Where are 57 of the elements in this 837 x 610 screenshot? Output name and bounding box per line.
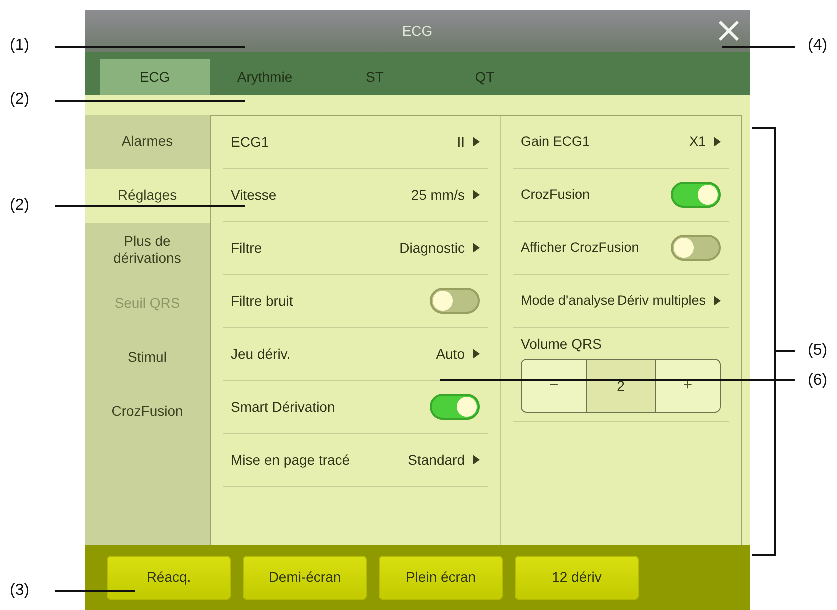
- setting-value: Standard: [408, 450, 465, 470]
- setting-label: Mode d'analyse: [521, 292, 616, 310]
- side-menu-item[interactable]: CrozFusion: [85, 385, 210, 439]
- side-menu-item[interactable]: Réglages: [85, 169, 210, 223]
- toggle-switch[interactable]: [430, 288, 480, 314]
- footer-button[interactable]: Demi-écran: [243, 556, 367, 600]
- setting-value: Diagnostic: [400, 238, 465, 258]
- toggle-switch[interactable]: [671, 235, 721, 261]
- setting-value: X1: [689, 132, 706, 151]
- setting-label: Afficher CrozFusion: [521, 238, 640, 257]
- setting-label: ECG1: [231, 132, 270, 152]
- tab[interactable]: ECG: [100, 59, 210, 95]
- plus-button[interactable]: +: [656, 360, 720, 412]
- caret-icon: [714, 296, 721, 306]
- setting-label: Filtre bruit: [231, 292, 294, 310]
- setting-label: Filtre: [231, 238, 262, 258]
- toggle-switch[interactable]: [430, 394, 480, 420]
- caret-icon: [714, 137, 721, 147]
- stepper-value: 2: [586, 360, 656, 412]
- footer-button[interactable]: Plein écran: [379, 556, 503, 600]
- callout-label: (2): [10, 90, 30, 110]
- callout-label: (3): [10, 581, 30, 601]
- setting-row[interactable]: Gain ECG1 X1: [513, 116, 729, 169]
- callout-label: (1): [10, 36, 30, 56]
- caret-icon: [473, 243, 480, 253]
- setting-value: 25 mm/s: [411, 186, 465, 204]
- setting-label: Smart Dérivation: [231, 398, 336, 416]
- callout-label: (6): [808, 371, 828, 391]
- setting-row[interactable]: Filtre Diagnostic: [223, 222, 488, 275]
- side-menu-item[interactable]: Plus de dérivations: [85, 223, 210, 277]
- setting-label: CrozFusion: [521, 186, 590, 204]
- setting-label: Mise en page tracé: [231, 450, 350, 470]
- callout-label: (5): [808, 341, 828, 361]
- caret-icon: [473, 137, 480, 147]
- footer-button[interactable]: 12 dériv: [515, 556, 639, 600]
- window-title: ECG: [402, 22, 433, 40]
- setting-label: Gain ECG1: [521, 132, 590, 151]
- setting-row[interactable]: Mise en page tracé Standard: [223, 434, 488, 487]
- setting-label: Volume QRS: [520, 335, 603, 354]
- callout-label: (2): [10, 196, 30, 216]
- setting-row[interactable]: ECG1 II: [223, 116, 488, 169]
- footer-button[interactable]: Réacq.: [107, 556, 231, 600]
- setting-value: II: [457, 132, 465, 152]
- side-menu-item[interactable]: Alarmes: [85, 115, 210, 169]
- leader-line: [775, 350, 795, 352]
- setting-label: Jeu dériv.: [231, 344, 291, 364]
- side-menu-item[interactable]: Stimul: [85, 331, 210, 385]
- setting-row[interactable]: Mode d'analyse Dériv multiples: [513, 275, 729, 328]
- setting-value: Dériv multiples: [617, 292, 706, 310]
- toggle-switch[interactable]: [671, 182, 721, 208]
- setting-label: Vitesse: [231, 186, 277, 204]
- caret-icon: [473, 190, 480, 200]
- caret-icon: [473, 349, 480, 359]
- setting-value: Auto: [436, 344, 465, 364]
- caret-icon: [473, 455, 480, 465]
- callout-label: (4): [808, 36, 828, 56]
- minus-button[interactable]: −: [522, 360, 586, 412]
